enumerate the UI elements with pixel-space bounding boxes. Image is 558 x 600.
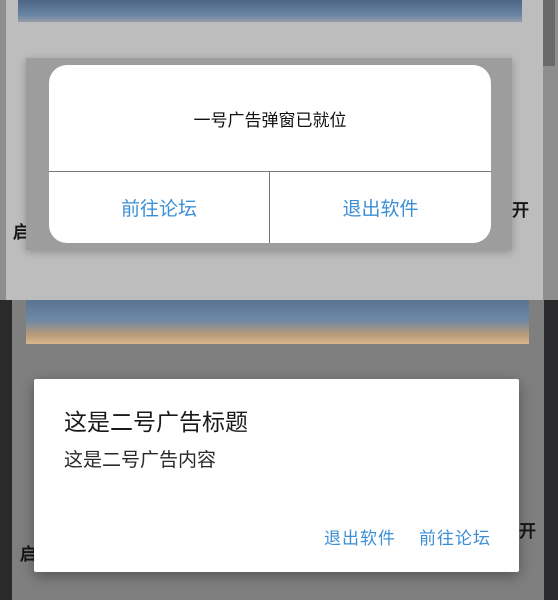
upper-card-text-right: 开: [512, 201, 529, 221]
dialog1-message: 一号广告弹窗已就位: [193, 110, 347, 131]
exit-app-button[interactable]: 退出软件: [270, 172, 491, 243]
go-to-forum-button[interactable]: 前往论坛: [49, 172, 269, 243]
scrollbar[interactable]: [543, 0, 555, 66]
lower-card-text-right: 开: [519, 522, 536, 542]
exit-app-button[interactable]: 退出软件: [324, 524, 396, 552]
dialog2-title: 这是二号广告标题: [64, 410, 248, 436]
dialog2-content: 这是二号广告内容: [64, 449, 217, 471]
ad-dialog-one: 一号广告弹窗已就位 前往论坛 退出软件: [49, 65, 491, 243]
go-to-forum-button[interactable]: 前往论坛: [419, 524, 491, 552]
upper-banner-image: [18, 0, 522, 22]
ad-dialog-two: 这是二号广告标题 这是二号广告内容 退出软件 前往论坛: [34, 379, 519, 572]
lower-banner-image: [26, 300, 529, 344]
